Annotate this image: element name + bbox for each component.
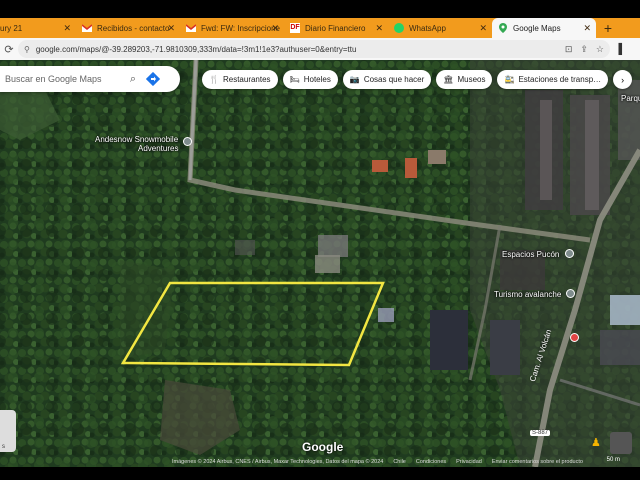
chevron-right-icon[interactable]: › — [613, 70, 633, 89]
chip-label: Restaurantes — [222, 75, 271, 84]
poi-label-line-1: Andesnow Snowmobile — [95, 135, 179, 144]
poi-label-line-2: Adventures — [138, 144, 179, 153]
chip-label: Museos — [457, 75, 486, 84]
poi-label-espacios-pucon[interactable]: Espacios Pucón — [502, 250, 559, 259]
close-icon[interactable]: ✕ — [167, 23, 175, 34]
tab-century21[interactable]: ury 21 ✕ — [0, 18, 76, 38]
satellite-map[interactable] — [0, 60, 640, 467]
directions-icon[interactable] — [143, 69, 163, 89]
feedback-link[interactable]: Enviar comentarios sobre el producto — [492, 459, 583, 465]
camera-icon: 📷 — [349, 75, 360, 84]
new-tab-button[interactable]: + — [596, 18, 620, 38]
tab-gmail-inbox[interactable]: Recibidos - contacto ✕ — [76, 18, 180, 38]
chip-label: Estaciones de transp… — [518, 75, 602, 84]
maps-icon — [498, 23, 508, 33]
satellite-imagery — [0, 60, 640, 467]
tab-diario-financiero[interactable]: DF Diario Financiero ✕ — [284, 18, 388, 38]
close-icon[interactable]: ✕ — [479, 23, 487, 34]
address-bar[interactable]: ⚲ google.com/maps/@-39.289203,-71.981030… — [18, 40, 610, 58]
chip-things-to-do[interactable]: 📷 Cosas que hacer — [342, 70, 432, 89]
poi-label-andesnow[interactable]: Andesnow Snowmobile Adventures — [95, 135, 178, 153]
category-chips: 🍴 Restaurantes 🛏 Hoteles 📷 Cosas que hac… — [202, 70, 633, 89]
tab-title: Google Maps — [513, 23, 561, 33]
tab-gmail-fwd[interactable]: Fwd: FW: Inscripcione ✕ — [180, 18, 284, 38]
tab-strip: ury 21 ✕ Recibidos - contacto ✕ Fwd: FW:… — [0, 18, 640, 38]
poi-label-parque[interactable]: Parque S — [621, 94, 640, 103]
poi-pin-icon[interactable] — [566, 289, 575, 298]
gmail-icon — [81, 23, 93, 33]
scale-bar[interactable]: 50 m — [607, 457, 620, 463]
navigation-bar: ⟳ ⚲ google.com/maps/@-39.289203,-71.9810… — [0, 38, 640, 60]
tab-title: Recibidos - contacto — [97, 23, 170, 33]
pegman-icon[interactable]: ♟ — [591, 436, 605, 454]
bookmark-star-icon[interactable]: ☆ — [596, 44, 604, 55]
poi-pin-red-icon[interactable] — [570, 333, 579, 342]
layers-button[interactable]: s — [0, 410, 16, 452]
tab-title: Fwd: FW: Inscripcione — [201, 23, 280, 33]
close-icon[interactable]: ✕ — [375, 23, 383, 34]
tab-title: ury 21 — [0, 23, 23, 33]
poi-pin-icon[interactable] — [565, 249, 574, 258]
close-icon[interactable]: ✕ — [583, 23, 591, 34]
df-icon: DF — [290, 23, 300, 33]
chip-hotels[interactable]: 🛏 Hoteles — [282, 70, 338, 89]
country-link[interactable]: Chile — [393, 459, 406, 465]
tab-whatsapp[interactable]: WhatsApp ✕ — [388, 18, 492, 38]
chip-label: Cosas que hacer — [363, 75, 425, 84]
tab-title: Diario Financiero — [305, 23, 366, 33]
route-shield: S-887 — [530, 430, 551, 436]
map-attribution: Imágenes © 2024 Airbus, CNES / Airbus, M… — [0, 457, 640, 467]
chip-restaurants[interactable]: 🍴 Restaurantes — [202, 70, 278, 89]
chip-transit-stations[interactable]: 🚉 Estaciones de transp… — [497, 70, 609, 89]
close-icon[interactable]: ✕ — [63, 23, 71, 34]
search-box: ⌕ — [0, 66, 180, 92]
url-text[interactable]: google.com/maps/@-39.289203,-71.9810309,… — [36, 45, 565, 54]
google-logo: Google — [302, 440, 344, 454]
imagery-credits: Imágenes © 2024 Airbus, CNES / Airbus, M… — [172, 459, 384, 465]
gmail-icon — [185, 23, 197, 33]
transit-icon: 🚉 — [504, 75, 515, 84]
fork-knife-icon: 🍴 — [209, 75, 219, 84]
bottom-strip — [0, 467, 640, 480]
tab-title: WhatsApp — [409, 23, 446, 33]
chip-museums[interactable]: 🏛 Museos — [436, 70, 493, 89]
poi-label-turismo-avalanche[interactable]: Turismo avalanche — [494, 290, 561, 299]
poi-pin-icon[interactable] — [183, 137, 192, 146]
search-icon[interactable]: ⌕ — [123, 73, 143, 86]
install-app-icon[interactable]: ⊡ — [565, 44, 573, 55]
side-panel-icon[interactable]: ▌ — [610, 44, 634, 55]
whatsapp-icon — [394, 23, 404, 33]
chip-label: Hoteles — [303, 75, 331, 84]
tab-google-maps[interactable]: Google Maps ✕ — [492, 18, 596, 38]
layers-label: s — [2, 444, 5, 450]
close-icon[interactable]: ✕ — [271, 23, 279, 34]
site-info-icon[interactable]: ⚲ — [24, 45, 30, 54]
reload-icon[interactable]: ⟳ — [0, 43, 18, 56]
search-input[interactable] — [5, 74, 123, 84]
share-icon[interactable]: ⇪ — [580, 44, 588, 55]
bed-icon: 🛏 — [289, 75, 300, 84]
terms-link[interactable]: Condiciones — [416, 459, 446, 465]
museum-icon: 🏛 — [443, 75, 454, 84]
zoom-control[interactable] — [610, 432, 632, 454]
privacy-link[interactable]: Privacidad — [456, 459, 482, 465]
